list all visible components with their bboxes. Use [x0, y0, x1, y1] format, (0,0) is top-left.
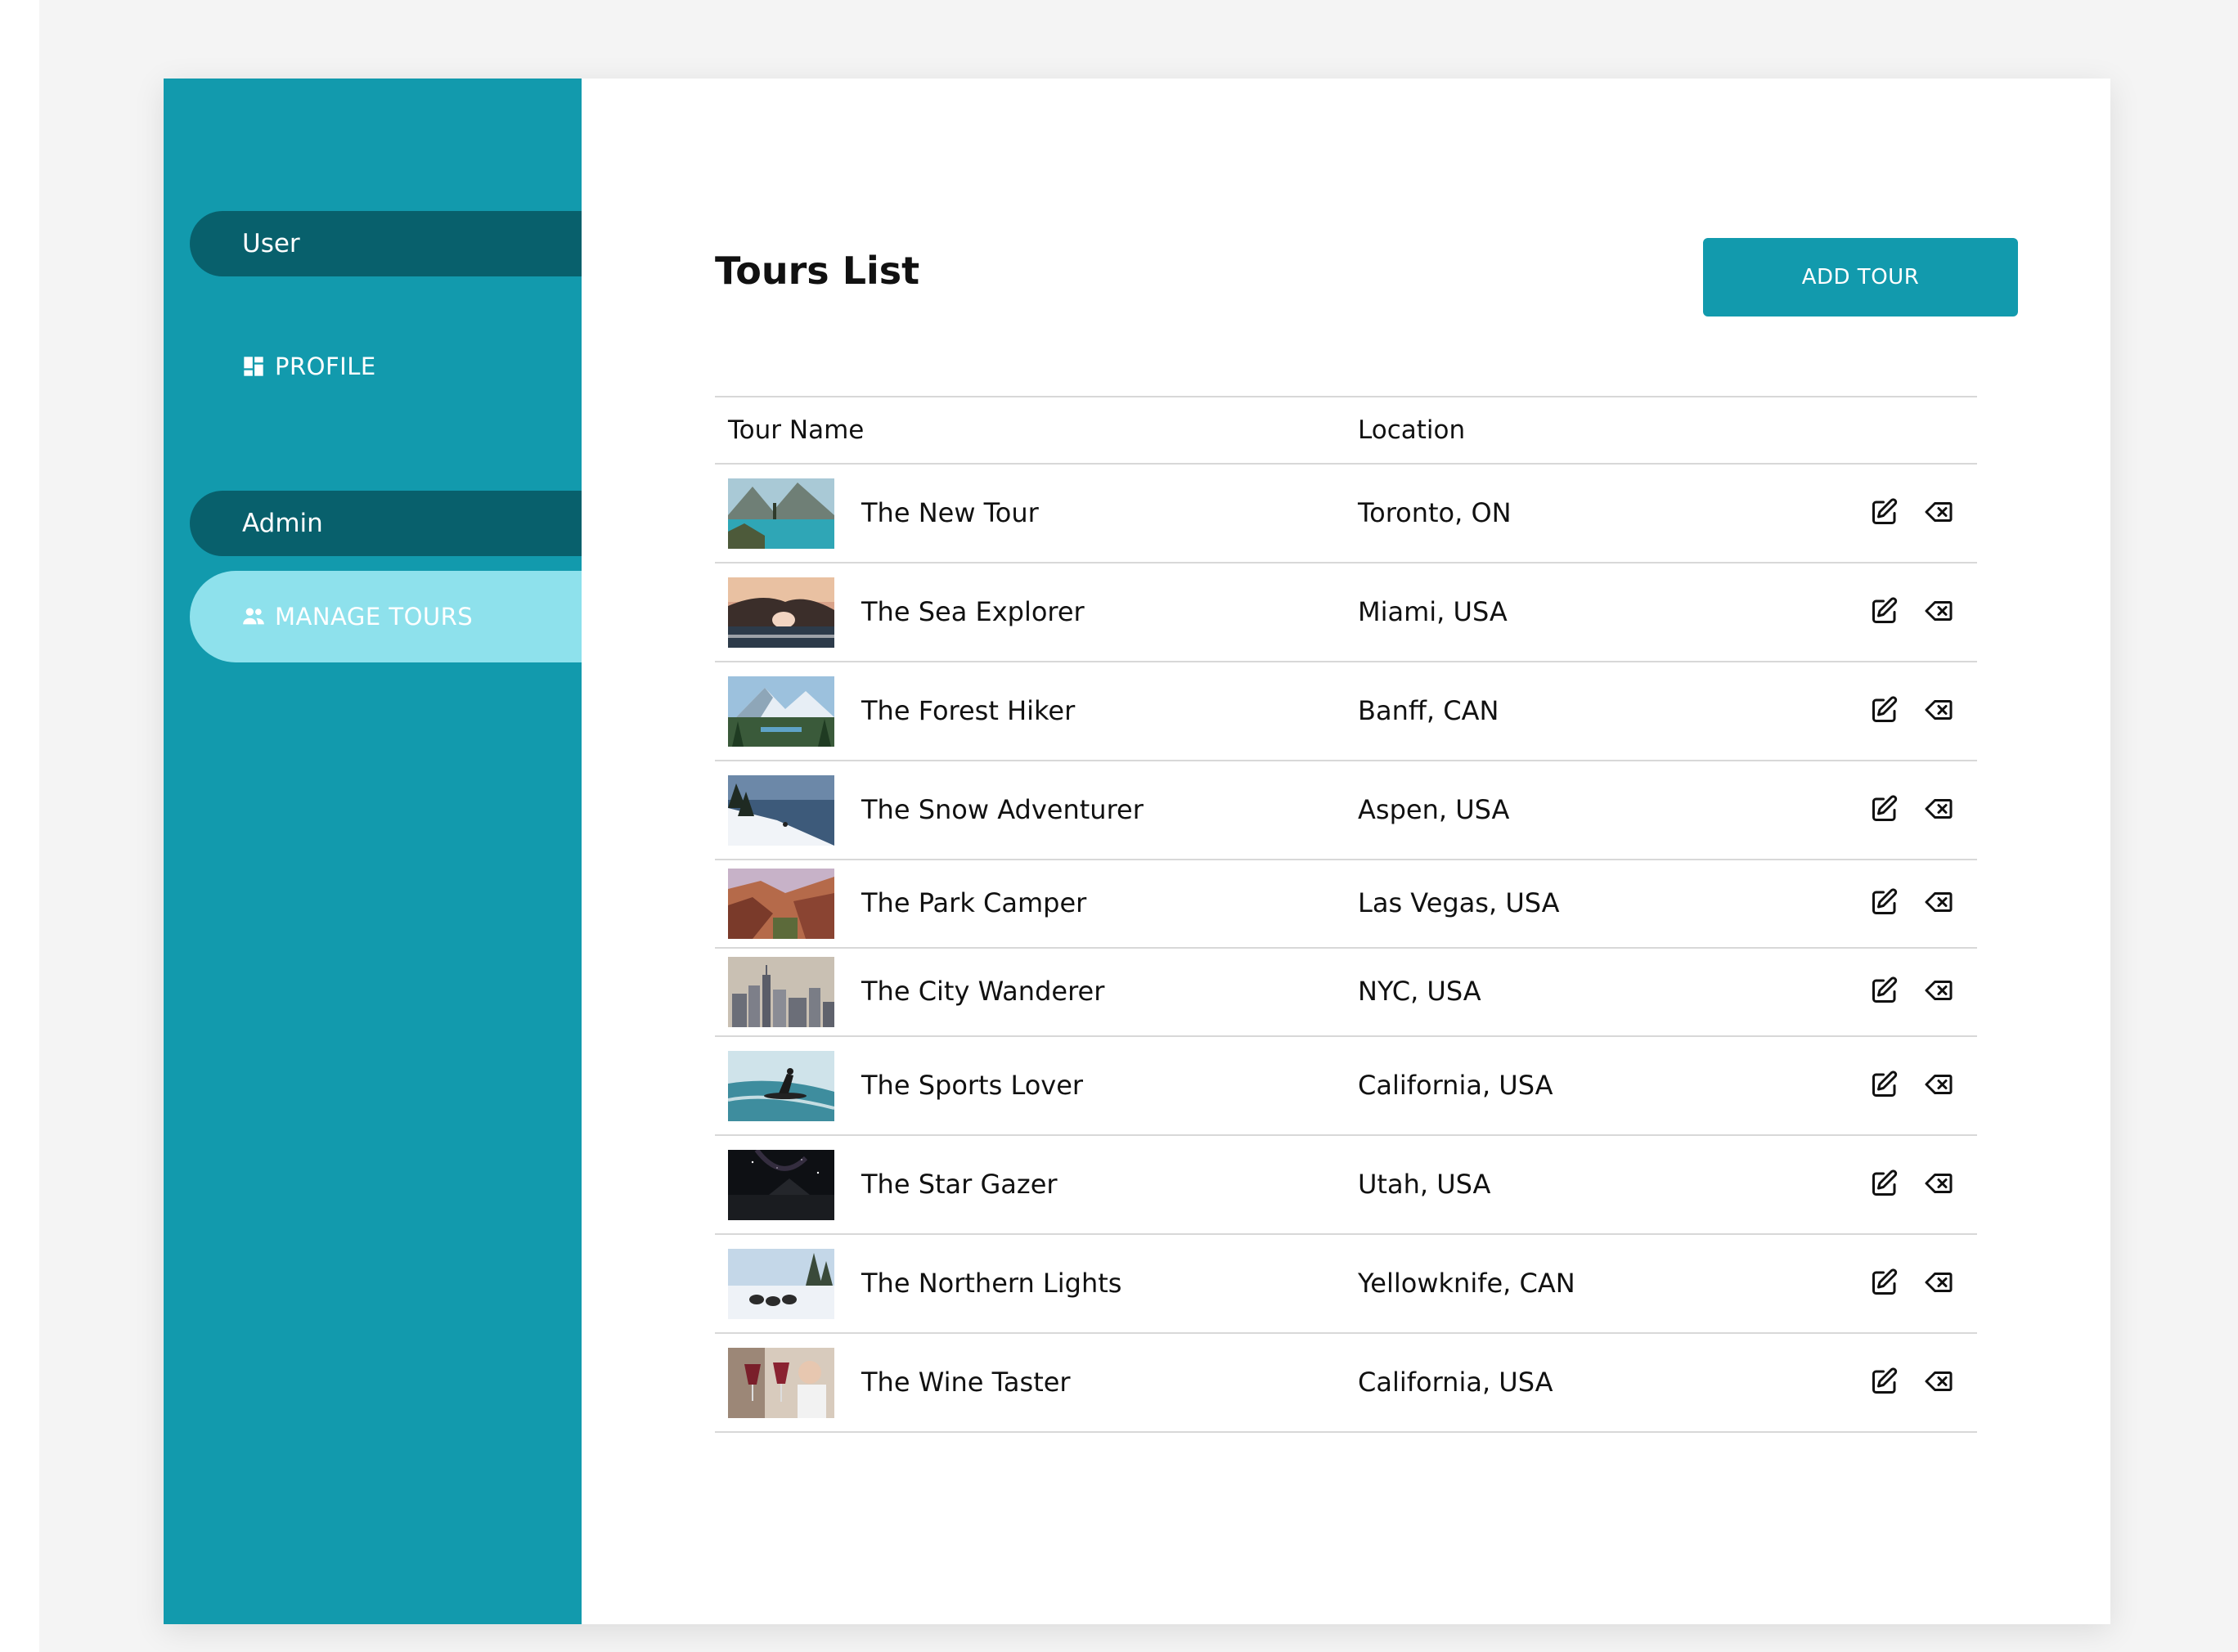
tour-name-cell: The Star Gazer: [861, 1168, 1058, 1200]
edit-icon[interactable]: [1870, 1070, 1899, 1099]
tour-location-cell: Toronto, ON: [1358, 496, 1512, 528]
table-row: The New Tour Toronto, ON: [715, 465, 1977, 563]
tour-name-cell: The Forest Hiker: [861, 694, 1076, 726]
edit-icon[interactable]: [1870, 497, 1899, 527]
table-row: The Snow Adventurer Aspen, USA: [715, 761, 1977, 860]
sidebar-item-manage-tours[interactable]: MANAGE TOURS: [190, 571, 582, 662]
tour-thumbnail: [728, 774, 834, 846]
lake-icon: [728, 478, 834, 549]
edit-icon[interactable]: [1870, 794, 1899, 824]
tour-location-cell: Banff, CAN: [1358, 694, 1499, 726]
tour-name-cell: The Wine Taster: [861, 1366, 1071, 1398]
tour-thumbnail: [728, 1347, 834, 1418]
city-skyline-icon: [728, 957, 834, 1027]
delete-icon[interactable]: [1924, 1268, 1953, 1297]
tour-thumbnail: [728, 1149, 834, 1220]
table-row: The Sports Lover California, USA: [715, 1037, 1977, 1136]
table-row: The Forest Hiker Banff, CAN: [715, 662, 1977, 761]
add-tour-button[interactable]: ADD TOUR: [1703, 238, 2018, 316]
section-header-user: User: [190, 211, 582, 276]
tour-name-cell: The New Tour: [861, 496, 1039, 528]
tour-location-cell: Aspen, USA: [1358, 793, 1510, 825]
tour-thumbnail: [728, 957, 834, 1027]
table-row: The City Wanderer NYC, USA: [715, 949, 1977, 1037]
section-label-admin: Admin: [242, 509, 323, 538]
tour-location-cell: California, USA: [1358, 1069, 1553, 1101]
tour-thumbnail: [728, 1248, 834, 1319]
tour-name-cell: The Sports Lover: [861, 1069, 1084, 1101]
tours-table: Tour Name Location The New Tour Toronto, …: [715, 396, 1977, 1433]
mountain-forest-icon: [728, 676, 834, 747]
tour-location-cell: Yellowknife, CAN: [1358, 1267, 1575, 1299]
night-sky-icon: [728, 1149, 834, 1220]
surfer-icon: [728, 1050, 834, 1121]
delete-icon[interactable]: [1924, 497, 1953, 527]
tour-thumbnail: [728, 676, 834, 747]
sidebar: User PROFILE Admin MANAGE TOURS: [164, 79, 582, 1624]
tour-thumbnail: [728, 478, 834, 549]
table-header: Tour Name Location: [715, 396, 1977, 465]
tour-name-cell: The Northern Lights: [861, 1267, 1122, 1299]
tour-thumbnail: [728, 577, 834, 648]
delete-icon[interactable]: [1924, 887, 1953, 917]
section-label-user: User: [242, 229, 300, 258]
sidebar-item-label: MANAGE TOURS: [275, 603, 474, 631]
tour-location-cell: Utah, USA: [1358, 1168, 1491, 1200]
edit-icon[interactable]: [1870, 596, 1899, 626]
delete-icon[interactable]: [1924, 1070, 1953, 1099]
column-header-location: Location: [1358, 415, 1466, 445]
delete-icon[interactable]: [1924, 596, 1953, 626]
edit-icon[interactable]: [1870, 1268, 1899, 1297]
tour-thumbnail: [728, 869, 834, 939]
sidebar-item-profile[interactable]: PROFILE: [190, 334, 582, 399]
tour-thumbnail: [728, 1050, 834, 1121]
table-row: The Sea Explorer Miami, USA: [715, 563, 1977, 662]
delete-icon[interactable]: [1924, 1169, 1953, 1198]
table-row: The Wine Taster California, USA: [715, 1334, 1977, 1433]
delete-icon[interactable]: [1924, 1367, 1953, 1396]
dog-sled-icon: [728, 1248, 834, 1319]
sea-arch-icon: [728, 577, 834, 648]
main-content: Tours List ADD TOUR Tour Name Location T…: [582, 79, 2110, 1624]
delete-icon[interactable]: [1924, 695, 1953, 725]
tour-location-cell: Las Vegas, USA: [1358, 887, 1560, 918]
tour-location-cell: NYC, USA: [1358, 976, 1481, 1007]
tour-location-cell: California, USA: [1358, 1366, 1553, 1398]
canyon-icon: [728, 869, 834, 939]
tour-name-cell: The City Wanderer: [861, 976, 1105, 1007]
edit-icon[interactable]: [1870, 887, 1899, 917]
table-row: The Star Gazer Utah, USA: [715, 1136, 1977, 1235]
sidebar-item-label: PROFILE: [275, 352, 376, 380]
snow-slope-icon: [728, 774, 834, 846]
tour-name-cell: The Park Camper: [861, 887, 1087, 918]
edit-icon[interactable]: [1870, 695, 1899, 725]
tour-name-cell: The Snow Adventurer: [861, 793, 1144, 825]
people-icon: [242, 605, 265, 628]
delete-icon[interactable]: [1924, 794, 1953, 824]
edit-icon[interactable]: [1870, 1367, 1899, 1396]
section-header-admin: Admin: [190, 491, 582, 556]
table-body: The New Tour Toronto, ON The Sea Explorer M…: [715, 465, 1977, 1433]
edit-icon[interactable]: [1870, 1169, 1899, 1198]
wine-glasses-icon: [728, 1347, 834, 1418]
dashboard-icon: [242, 355, 265, 378]
app-card: User PROFILE Admin MANAGE TOURS Tours Li…: [164, 79, 2110, 1624]
tour-location-cell: Miami, USA: [1358, 595, 1508, 627]
page-title: Tours List: [715, 249, 920, 293]
page-background: User PROFILE Admin MANAGE TOURS Tours Li…: [39, 0, 2238, 1652]
table-row: The Park Camper Las Vegas, USA: [715, 860, 1977, 949]
delete-icon[interactable]: [1924, 976, 1953, 1005]
table-row: The Northern Lights Yellowknife, CAN: [715, 1235, 1977, 1334]
column-header-tour-name: Tour Name: [728, 415, 865, 445]
edit-icon[interactable]: [1870, 976, 1899, 1005]
tour-name-cell: The Sea Explorer: [861, 595, 1085, 627]
